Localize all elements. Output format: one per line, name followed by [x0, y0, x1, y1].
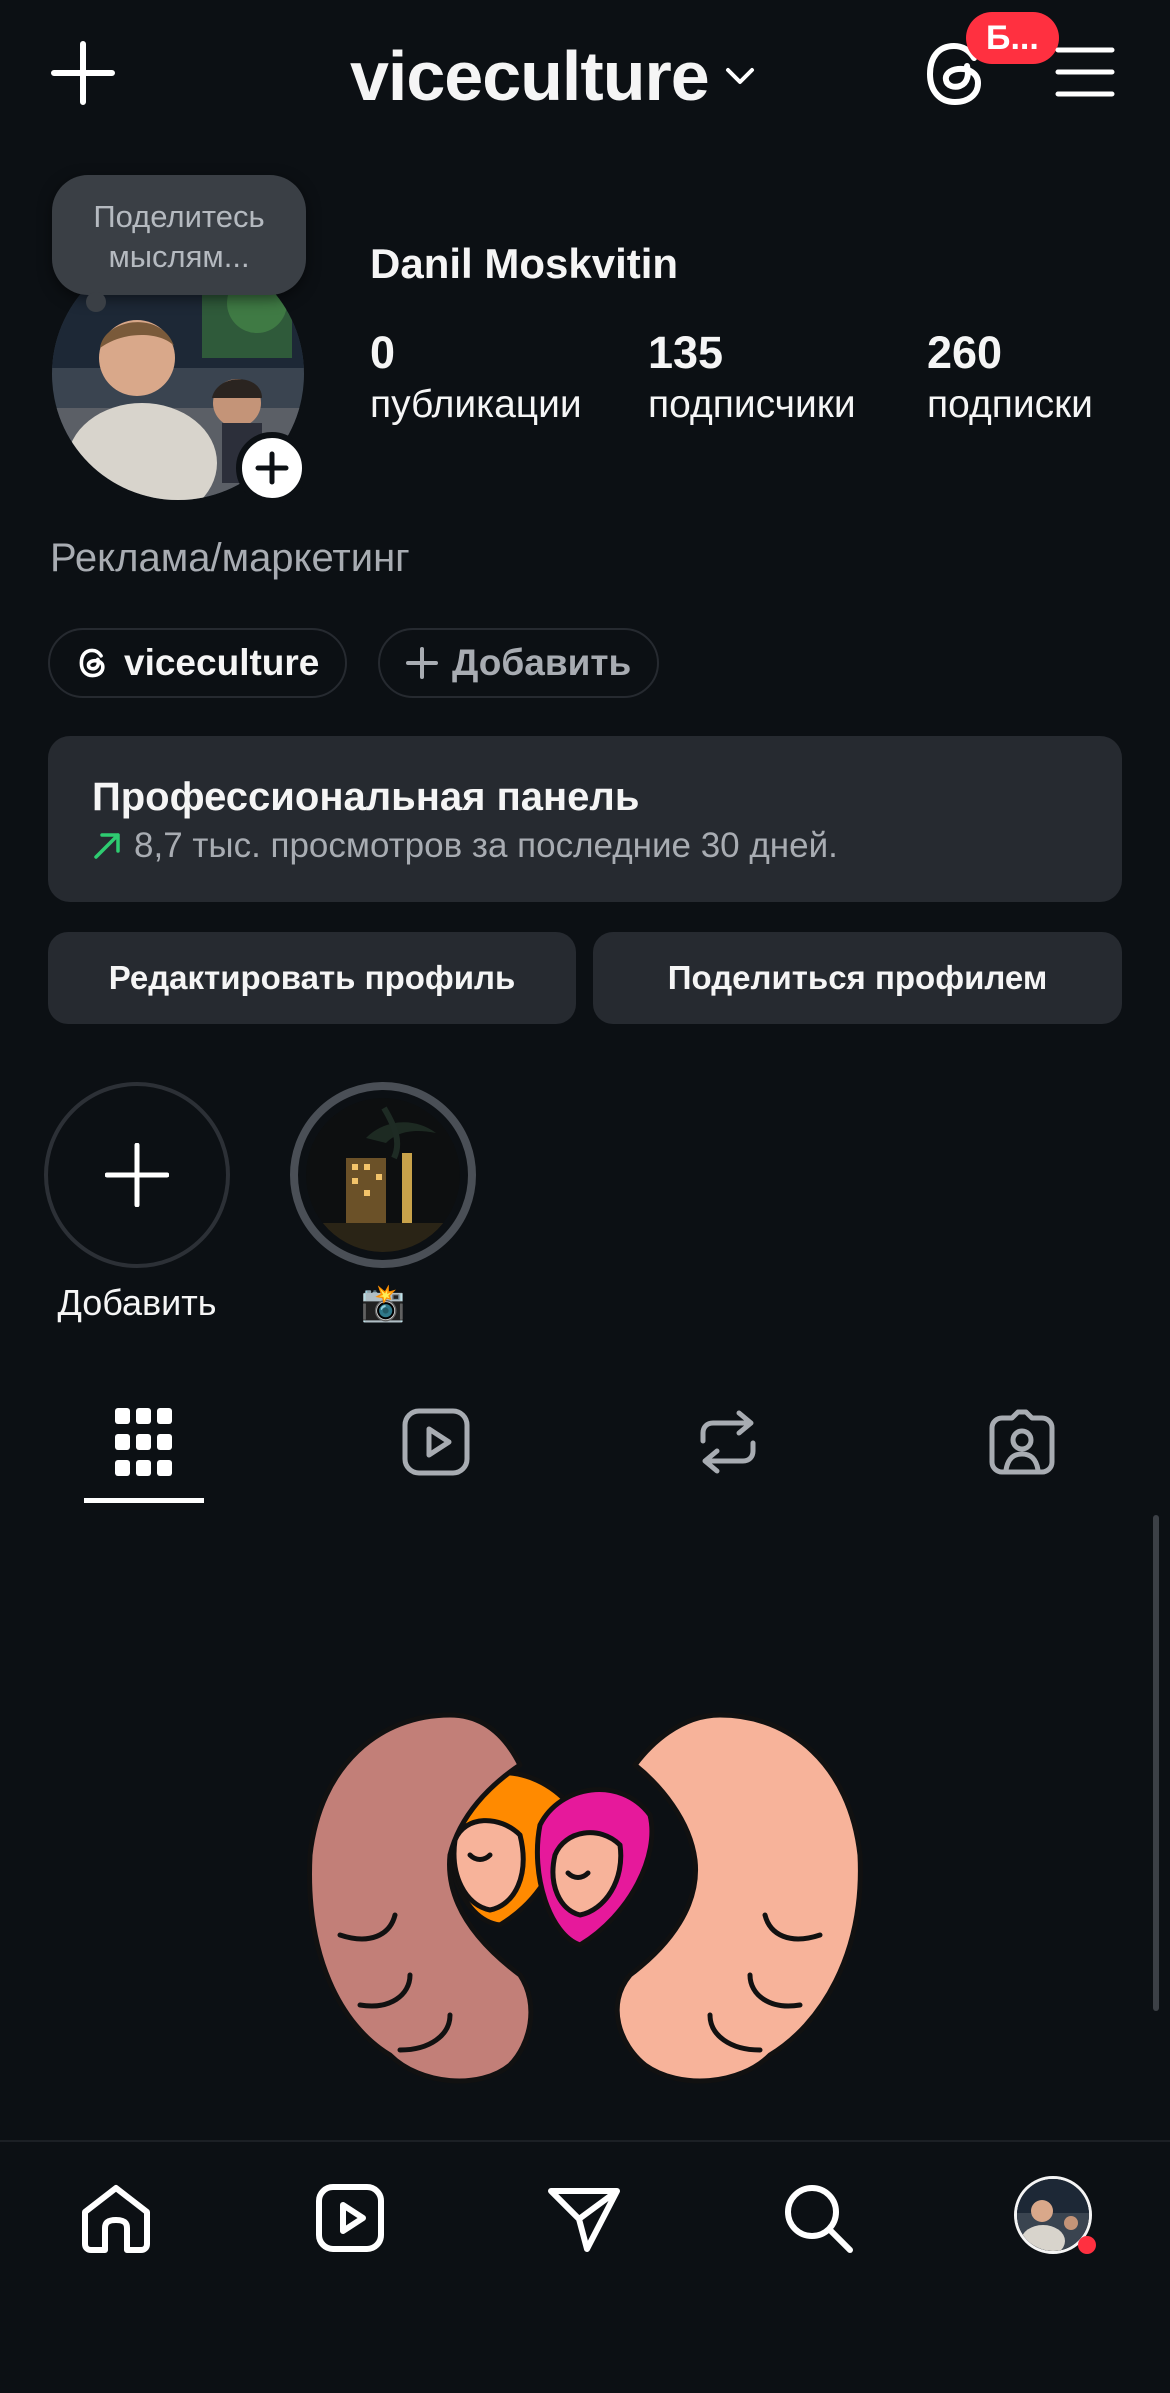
- tab-posts-grid[interactable]: [104, 1402, 184, 1482]
- professional-dashboard[interactable]: Профессиональная панель 8,7 тыс. просмот…: [48, 736, 1122, 902]
- stat-following[interactable]: 260 подписки: [927, 326, 1093, 430]
- note-bubble[interactable]: Поделитесь мыслям...: [52, 175, 306, 295]
- chevron-down-icon: [725, 68, 754, 84]
- tab-tagged[interactable]: [982, 1402, 1062, 1482]
- stat-followers-label: подписчики: [648, 383, 856, 426]
- menu-button[interactable]: [1054, 44, 1116, 100]
- highlight-story[interactable]: [290, 1082, 476, 1268]
- nav-home[interactable]: [74, 2176, 158, 2260]
- menu-icon: [1055, 47, 1115, 97]
- scrollbar[interactable]: [1153, 1515, 1159, 2011]
- pro-panel-subtitle: 8,7 тыс. просмотров за последние 30 дней…: [134, 826, 838, 865]
- highlight-thumbnail: [306, 1098, 460, 1252]
- create-button[interactable]: [50, 40, 116, 106]
- threads-chip[interactable]: viceculture: [48, 628, 348, 698]
- stat-posts-value: 0: [370, 327, 396, 378]
- add-link-chip[interactable]: Добавить: [378, 628, 660, 698]
- tab-reposts[interactable]: [688, 1402, 768, 1482]
- active-tab-indicator: [84, 1498, 204, 1503]
- account-switcher[interactable]: viceculture: [350, 36, 757, 116]
- highlight-label-story: 📸: [360, 1282, 406, 1323]
- empty-state-illustration: [300, 1705, 870, 2105]
- reels-icon: [316, 2184, 384, 2252]
- direct-icon: [548, 2188, 620, 2252]
- username-title: viceculture: [350, 37, 710, 115]
- add-link-chip-label: Добавить: [452, 642, 632, 683]
- home-icon: [82, 2185, 150, 2253]
- tab-reels[interactable]: [396, 1402, 476, 1482]
- note-bubble-tail: [86, 292, 106, 312]
- notification-badge: Б...: [966, 12, 1059, 64]
- nav-reels[interactable]: [308, 2176, 392, 2260]
- new-highlight-button[interactable]: [44, 1082, 230, 1268]
- stat-followers-value: 135: [648, 327, 724, 378]
- pro-panel-title: Профессиональная панель: [92, 775, 640, 819]
- stat-following-value: 260: [927, 327, 1003, 378]
- nav-search[interactable]: [776, 2176, 860, 2260]
- share-profile-button[interactable]: Поделиться профилем: [593, 932, 1122, 1024]
- plus-icon: [406, 647, 438, 679]
- stat-following-label: подписки: [927, 383, 1093, 426]
- plus-icon: [255, 451, 289, 485]
- reposts-icon: [700, 1410, 756, 1474]
- grid-icon: [115, 1408, 172, 1476]
- stat-posts-label: публикации: [370, 383, 582, 426]
- notification-dot: [1078, 2236, 1096, 2254]
- tagged-icon: [989, 1409, 1055, 1475]
- threads-icon: [79, 648, 105, 678]
- plus-icon: [51, 41, 115, 105]
- reels-icon: [402, 1408, 470, 1476]
- edit-profile-button[interactable]: Редактировать профиль: [48, 932, 576, 1024]
- heart-hands-illustration: [307, 1712, 863, 2084]
- plus-icon: [105, 1143, 169, 1207]
- threads-chip-label: viceculture: [124, 642, 320, 683]
- search-icon: [785, 2185, 853, 2253]
- highlight-label-add: Добавить: [57, 1282, 217, 1323]
- stat-posts[interactable]: 0 публикации: [370, 326, 582, 430]
- add-story-button[interactable]: [236, 432, 308, 504]
- profile-category: Реклама/маркетинг: [50, 536, 410, 580]
- stat-followers[interactable]: 135 подписчики: [648, 326, 856, 430]
- nav-direct[interactable]: [542, 2176, 626, 2260]
- display-name: Danil Moskvitin: [370, 240, 679, 287]
- trend-up-icon: [94, 833, 120, 859]
